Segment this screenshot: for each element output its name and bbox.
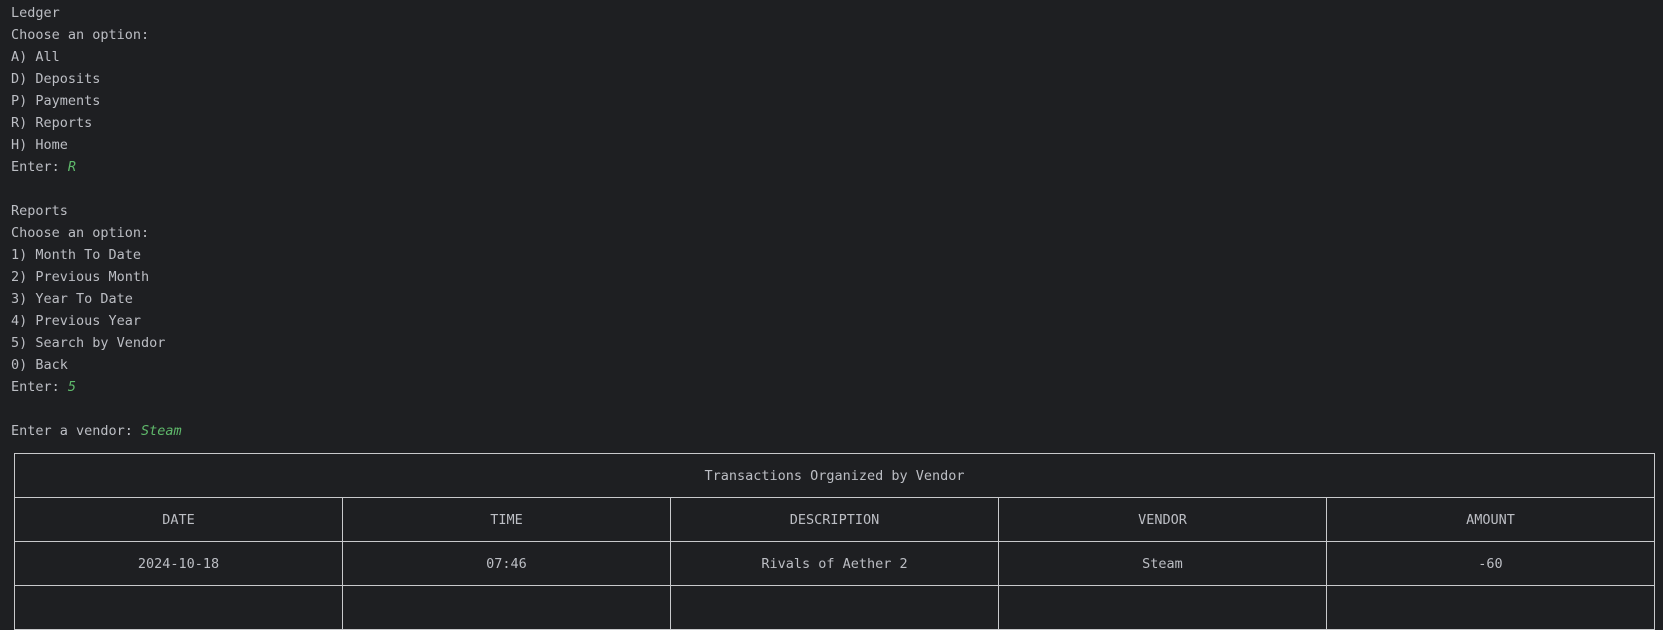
cell-time: 07:46 <box>342 541 671 586</box>
cell-amount: -60 <box>1326 541 1655 586</box>
reports-enter-line[interactable]: Enter: 5 <box>11 376 1663 398</box>
cell-date: 2024-10-18 <box>14 541 343 586</box>
reports-prompt: Choose an option: <box>11 225 150 241</box>
reports-option-previous-month: 2) Previous Month <box>11 269 150 285</box>
ledger-option-all: A) All <box>11 49 60 65</box>
reports-option-search-vendor: 5) Search by Vendor <box>11 335 166 351</box>
ledger-title: Ledger <box>11 5 60 21</box>
table-row-partial <box>14 585 1655 630</box>
header-vendor: VENDOR <box>998 497 1327 542</box>
reports-enter-label: Enter: <box>11 379 68 395</box>
transactions-table-wrap: Transactions Organized by Vendor DATE TI… <box>14 453 1655 630</box>
reports-option-previous-year: 4) Previous Year <box>11 313 142 329</box>
vendor-prompt-line[interactable]: Enter a vendor: Steam <box>11 420 1663 442</box>
ledger-prompt: Choose an option: <box>11 27 150 43</box>
table-header-row: DATE TIME DESCRIPTION VENDOR AMOUNT <box>14 497 1655 542</box>
console-output: Ledger Choose an option: A) All D) Depos… <box>11 2 1663 442</box>
header-description: DESCRIPTION <box>670 497 999 542</box>
table-title-row: Transactions Organized by Vendor <box>14 453 1655 498</box>
cell-description: Rivals of Aether 2 <box>670 541 999 586</box>
header-amount: AMOUNT <box>1326 497 1655 542</box>
vendor-prompt-value[interactable]: Steam <box>141 423 182 439</box>
table-title: Transactions Organized by Vendor <box>14 453 1655 498</box>
reports-option-back: 0) Back <box>11 357 68 373</box>
ledger-option-home: H) Home <box>11 137 68 153</box>
ledger-enter-value[interactable]: R <box>68 159 76 175</box>
reports-title: Reports <box>11 203 68 219</box>
header-time: TIME <box>342 497 671 542</box>
ledger-option-deposits: D) Deposits <box>11 71 101 87</box>
ledger-enter-line[interactable]: Enter: R <box>11 156 1663 178</box>
reports-option-year-to-date: 3) Year To Date <box>11 291 133 307</box>
reports-enter-value[interactable]: 5 <box>68 379 76 395</box>
header-date: DATE <box>14 497 343 542</box>
cell-vendor: Steam <box>998 541 1327 586</box>
vendor-prompt-label: Enter a vendor: <box>11 423 142 439</box>
table-row: 2024-10-18 07:46 Rivals of Aether 2 Stea… <box>14 541 1655 586</box>
ledger-enter-label: Enter: <box>11 159 68 175</box>
reports-option-month-to-date: 1) Month To Date <box>11 247 142 263</box>
transactions-table: Transactions Organized by Vendor DATE TI… <box>14 453 1655 630</box>
ledger-option-reports: R) Reports <box>11 115 93 131</box>
ledger-option-payments: P) Payments <box>11 93 101 109</box>
